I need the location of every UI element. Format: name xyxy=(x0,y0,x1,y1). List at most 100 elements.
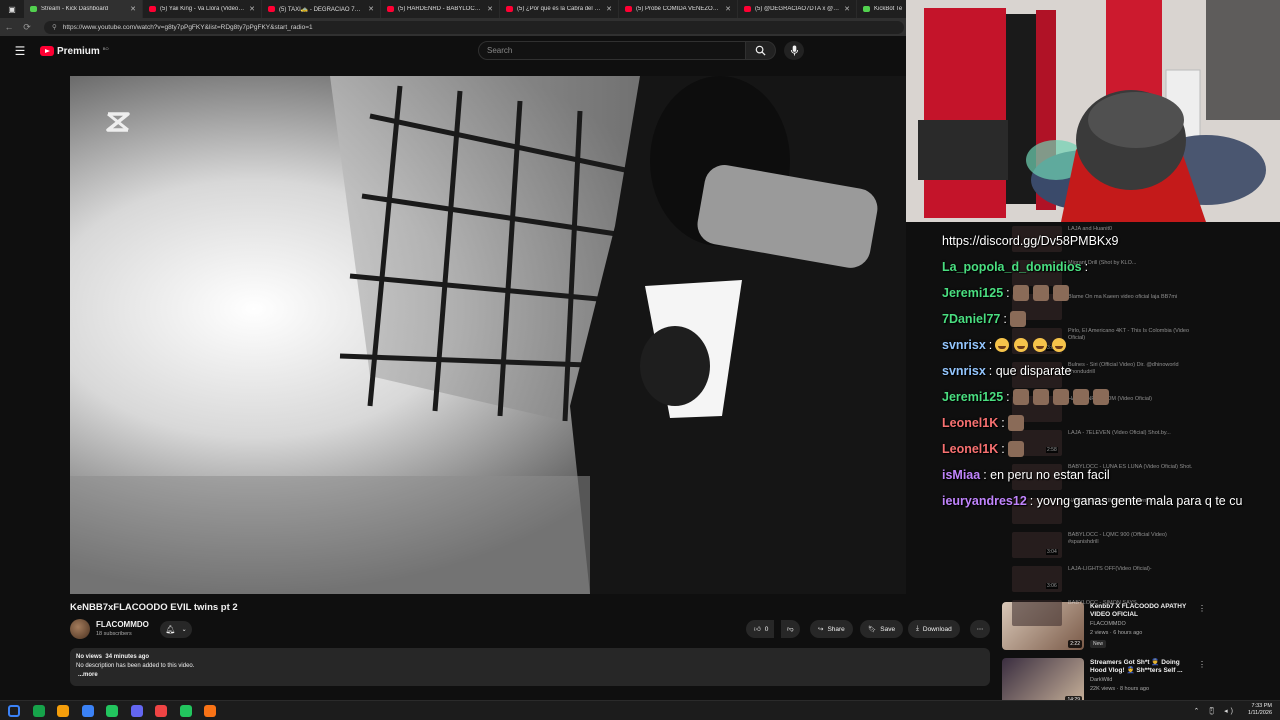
edge-browser-icon[interactable] xyxy=(81,705,94,717)
browser-tab[interactable]: (5) Yaii King - Va Llora (Video Ofic ✕ xyxy=(143,0,262,18)
subscribed-bell-button[interactable]: 🔔︎ ⌄ xyxy=(160,621,192,638)
video-thumbnail[interactable]: 14:29 xyxy=(1002,658,1084,706)
share-icon: ↪ xyxy=(818,626,824,633)
browser-tab[interactable]: (5) ¿Por qué es la Cabra del Drill? ✕ xyxy=(500,0,619,18)
tab-favicon-icon xyxy=(268,6,275,12)
close-tab-icon[interactable]: ✕ xyxy=(249,5,255,13)
playlist-thumbnail[interactable] xyxy=(1012,600,1062,626)
chat-emote-icon xyxy=(1009,311,1026,327)
chat-message: ieuryandres12: yovng ganas gente mala pa… xyxy=(942,488,1280,514)
more-vertical-icon[interactable]: ⋮ xyxy=(1198,660,1206,669)
chevron-down-icon: ⌄ xyxy=(181,627,187,633)
chat-text: : yovng ganas gente mala para q te cu xyxy=(1029,494,1243,508)
chrome-icon[interactable] xyxy=(155,705,167,717)
youtube-premium-logo[interactable]: Premium BO xyxy=(40,46,109,57)
kick-icon[interactable] xyxy=(179,705,192,717)
site-info-icon[interactable]: ⚲ xyxy=(52,23,57,31)
close-tab-icon[interactable]: ✕ xyxy=(487,5,493,13)
browser-tab[interactable]: (5) Probé COMIDA VENEZOLAN ✕ xyxy=(619,0,738,18)
clock[interactable]: 7:33 PM 1/11/2026 xyxy=(1248,703,1272,717)
tab-title: (5) @DEGRACIAO7DTA x @BLIZZ xyxy=(755,6,841,12)
search-placeholder: Search xyxy=(487,46,513,55)
browser-tab[interactable]: (5) @DEGRACIAO7DTA x @BLIZZ ✕ xyxy=(738,0,857,18)
url-field[interactable]: ⚲ https://www.youtube.com/watch?v=g8ty7p… xyxy=(44,20,904,34)
download-icon: ⤓ xyxy=(916,625,919,632)
chat-username[interactable]: Leonel1K xyxy=(942,440,998,458)
chat-message: Leonel1K: xyxy=(942,436,1280,462)
chat-text: : xyxy=(988,338,993,352)
file-explorer-icon[interactable] xyxy=(57,705,69,717)
capcut-watermark-icon xyxy=(106,112,130,132)
more-actions-button[interactable]: ⋯ xyxy=(970,620,990,638)
windows-taskbar: ⌃ 🔋︎ ◂) 7:33 PM 1/11/2026 xyxy=(0,700,1280,720)
search-button[interactable] xyxy=(746,41,776,60)
chat-username[interactable]: svnrisx xyxy=(942,362,986,380)
related-channel[interactable]: DarkWild xyxy=(1090,677,1112,683)
tab-title: Stream - Kick Dashboard xyxy=(41,6,109,12)
close-tab-icon[interactable]: ✕ xyxy=(725,5,731,13)
hamburger-menu-icon[interactable]: ☰ xyxy=(0,44,40,58)
tab-favicon-icon xyxy=(30,6,37,12)
close-tab-icon[interactable]: ✕ xyxy=(368,5,374,13)
browser-tab[interactable]: Stream - Kick Dashboard ✕ xyxy=(24,0,143,18)
channel-avatar[interactable] xyxy=(70,619,90,639)
chat-username[interactable]: La_popola_d_domidios xyxy=(942,258,1082,276)
spotify-icon[interactable] xyxy=(106,705,118,717)
webcam-overlay xyxy=(906,0,1280,222)
close-tab-icon[interactable]: ✕ xyxy=(130,5,136,13)
video-player[interactable] xyxy=(70,76,906,594)
chat-username[interactable]: Jeremi125 xyxy=(942,284,1003,302)
close-tab-icon[interactable]: ✕ xyxy=(844,5,850,13)
more-link[interactable]: ...more xyxy=(78,671,984,680)
description-box[interactable]: No views 34 minutes ago No description h… xyxy=(70,648,990,686)
chat-emote-icon xyxy=(1052,285,1069,301)
channel-row: FLACOMMDO 18 subscribers 🔔︎ ⌄ 👍︎ 0 👎︎ ↪ … xyxy=(70,618,990,642)
window-menu-icon[interactable]: ▣ xyxy=(0,0,24,18)
search-input[interactable]: Search xyxy=(478,41,746,60)
chat-username[interactable]: Jeremi125 xyxy=(942,388,1003,406)
clock-time: 7:33 PM xyxy=(1251,703,1272,709)
terminal-icon[interactable] xyxy=(32,705,45,717)
tab-title: (5) Yaii King - Va Llora (Video Ofic xyxy=(160,6,246,12)
video-frame xyxy=(70,76,906,594)
close-tab-icon[interactable]: ✕ xyxy=(606,5,612,13)
discord-icon[interactable] xyxy=(130,705,143,717)
dislike-button[interactable]: 👎︎ xyxy=(781,620,800,638)
start-menu-icon[interactable] xyxy=(8,705,20,717)
share-button[interactable]: ↪ Share xyxy=(810,620,853,638)
save-button[interactable]: 🔖︎ Save xyxy=(860,620,904,638)
chat-username[interactable]: svnrisx xyxy=(942,336,986,354)
logo-text: Premium xyxy=(57,45,100,57)
chat-text: : que disparate xyxy=(988,364,1072,378)
save-label: Save xyxy=(880,625,896,633)
obs-icon[interactable] xyxy=(204,705,216,717)
subscriber-count: 18 subscribers xyxy=(96,631,132,637)
more-horizontal-icon: ⋯ xyxy=(976,626,984,633)
youtube-header: ☰ Premium BO Search xyxy=(0,36,906,66)
chat-username[interactable]: 7Daniel77 xyxy=(942,310,1000,328)
like-button[interactable]: 👍︎ 0 xyxy=(746,620,775,638)
download-button[interactable]: ⤓ Download xyxy=(908,620,960,638)
back-icon[interactable]: ← xyxy=(0,22,18,32)
tab-favicon-icon xyxy=(744,6,751,12)
chat-username[interactable]: isMiaa xyxy=(942,466,980,484)
playlist-item[interactable]: BABYLOCC - SIMON SAYS xyxy=(1012,596,1204,630)
video-title: KeNBB7xFLACOODO EVIL twins pt 2 xyxy=(70,602,238,613)
chat-text: : xyxy=(1006,286,1010,300)
browser-tab[interactable]: (5) TAXI🚕 - DEGRACIAO 7DTA ✕ xyxy=(262,0,381,18)
playlist-item[interactable]: BABYLOCC - LQMC 900 (Official Video) #sp… xyxy=(1012,528,1204,562)
playlist-item-title: BABYLOCC - LQMC 900 (Official Video) #sp… xyxy=(1068,532,1167,545)
thumbs-up-icon: 👍︎ xyxy=(754,626,761,633)
voice-search-button[interactable] xyxy=(784,41,804,60)
chat-message: Jeremi125: xyxy=(942,280,1280,306)
reload-icon[interactable]: ⟳ xyxy=(18,22,36,33)
chat-username[interactable]: Leonel1K xyxy=(942,414,998,432)
channel-name[interactable]: FLACOMMDO xyxy=(96,620,149,629)
playlist-item[interactable]: LAJA-LIGHTS OFF(Video Oficial)- 3:06 xyxy=(1012,562,1204,596)
system-tray-icons[interactable]: ⌃ 🔋︎ ◂) xyxy=(1194,707,1237,715)
search-icon xyxy=(755,45,766,56)
browser-tab[interactable]: (5) HARDENRD - BABYLOCCA(Vi ✕ xyxy=(381,0,500,18)
youtube-logo-icon xyxy=(40,46,54,56)
chat-username[interactable]: ieuryandres12 xyxy=(942,492,1027,510)
tab-title: (5) Probé COMIDA VENEZOLAN xyxy=(636,6,722,12)
